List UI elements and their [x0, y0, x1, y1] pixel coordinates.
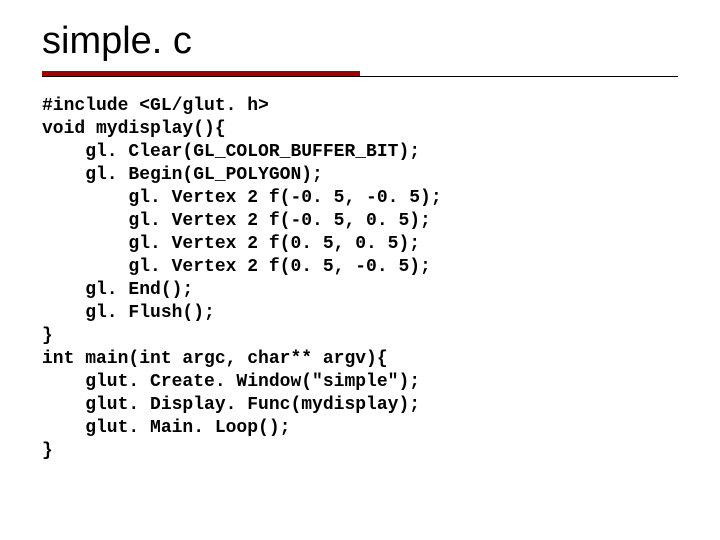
- title-rule-thin: [42, 76, 678, 77]
- slide-title: simple. c: [42, 20, 678, 63]
- code-block: #include <GL/glut. h> void mydisplay(){ …: [42, 95, 678, 464]
- slide-container: simple. c #include <GL/glut. h> void myd…: [0, 0, 720, 464]
- title-rule: [42, 71, 678, 77]
